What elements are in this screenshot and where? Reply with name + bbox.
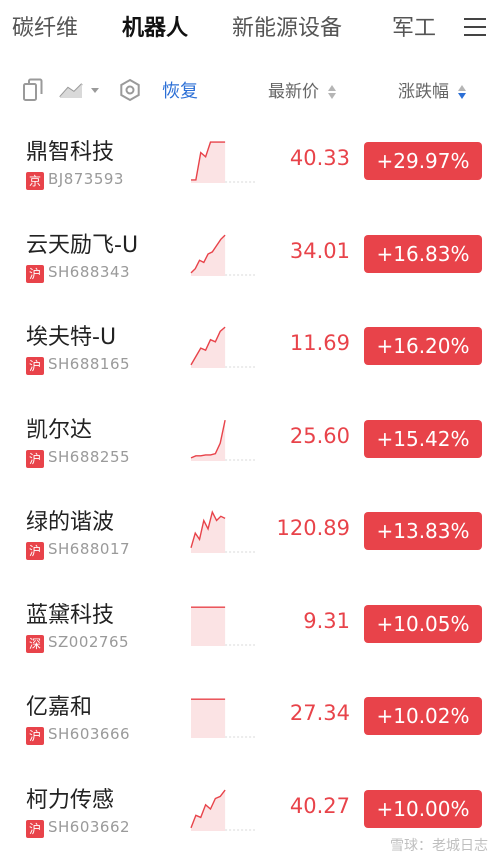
stock-name: 凯尔达 bbox=[26, 417, 93, 443]
stock-row[interactable]: 绿的谐波 沪 SH688017 120.89 +13.83% bbox=[0, 488, 500, 581]
exchange-badge: 沪 bbox=[26, 819, 44, 838]
stock-code: BJ873593 bbox=[48, 170, 124, 188]
tab-military[interactable]: 军工 bbox=[392, 12, 436, 46]
sparkline-chart bbox=[190, 510, 255, 553]
stock-code: SZ002765 bbox=[48, 632, 130, 651]
sort-arrows-icon bbox=[327, 83, 337, 101]
stock-code: SH603662 bbox=[48, 817, 131, 836]
latest-price: 25.60 bbox=[289, 423, 350, 448]
sort-desc-icon bbox=[457, 83, 467, 101]
sparkline-area bbox=[191, 512, 226, 553]
latest-price: 27.34 bbox=[289, 701, 350, 725]
exchange-badge: 沪 bbox=[26, 357, 44, 375]
exchange-badge: 沪 bbox=[26, 264, 44, 283]
tab-carbon-fiber[interactable]: 碳纤维 bbox=[12, 12, 78, 46]
sparkline-chart bbox=[190, 419, 255, 461]
stock-row[interactable]: 凯尔达 沪 SH688255 25.60 +15.42% bbox=[0, 396, 500, 489]
stock-name: 绿的谐波 bbox=[26, 510, 115, 535]
sparkline-area bbox=[191, 699, 226, 738]
stock-code: SH688017 bbox=[48, 540, 131, 558]
sort-by-change[interactable]: 涨跌幅 bbox=[398, 77, 467, 102]
list-toolbar: 恢复 最新价 涨跌幅 bbox=[0, 66, 500, 116]
sparkline-chart bbox=[190, 234, 255, 276]
sort-by-price[interactable]: 最新价 bbox=[268, 77, 337, 102]
stock-code: SH603666 bbox=[48, 725, 131, 743]
menu-icon[interactable] bbox=[464, 16, 486, 38]
stock-name: 云天励飞-U bbox=[26, 232, 139, 258]
stock-row[interactable]: 鼎智科技 京 BJ873593 40.33 +29.97% bbox=[0, 118, 500, 211]
stock-name: 亿嘉和 bbox=[26, 695, 93, 720]
change-badge[interactable]: +13.83% bbox=[364, 512, 482, 550]
stock-code: SH688343 bbox=[48, 262, 131, 281]
change-badge[interactable]: +10.05% bbox=[364, 604, 482, 643]
sparkline-chart bbox=[191, 698, 255, 738]
tab-robot[interactable]: 机器人 bbox=[122, 12, 188, 46]
sparkline-area bbox=[191, 606, 226, 646]
exchange-badge: 沪 bbox=[26, 542, 44, 560]
change-header-label: 涨跌幅 bbox=[398, 82, 449, 102]
stock-name: 柯力传感 bbox=[26, 787, 115, 813]
watermark-text: 雪球：老城日志 bbox=[390, 838, 488, 854]
exchange-badge: 京 bbox=[26, 172, 44, 190]
latest-price: 9.31 bbox=[303, 608, 350, 633]
restore-button[interactable]: 恢复 bbox=[162, 77, 198, 103]
tab-new-energy-equipment[interactable]: 新能源设备 bbox=[232, 12, 342, 46]
latest-price: 11.69 bbox=[289, 331, 350, 355]
settings-icon[interactable] bbox=[118, 78, 142, 102]
sparkline-chart bbox=[190, 326, 255, 368]
stock-list: 鼎智科技 京 BJ873593 40.33 +29.97% 云天励飞-U 沪 S… bbox=[0, 118, 500, 858]
latest-price: 34.01 bbox=[289, 238, 350, 263]
price-header-label: 最新价 bbox=[268, 82, 319, 102]
change-badge[interactable]: +10.02% bbox=[364, 697, 482, 735]
change-badge[interactable]: +15.42% bbox=[364, 419, 482, 458]
stock-name: 鼎智科技 bbox=[26, 140, 115, 165]
stock-row[interactable]: 亿嘉和 沪 SH603666 27.34 +10.02% bbox=[0, 673, 500, 766]
exchange-badge: 深 bbox=[26, 634, 44, 653]
latest-price: 40.33 bbox=[289, 146, 350, 170]
latest-price: 120.89 bbox=[276, 516, 350, 540]
stock-code: SH688255 bbox=[48, 447, 131, 466]
stock-name: 蓝黛科技 bbox=[26, 602, 115, 628]
exchange-badge: 沪 bbox=[26, 727, 44, 745]
change-badge[interactable]: +10.00% bbox=[364, 789, 482, 828]
stock-row[interactable]: 埃夫特-U 沪 SH688165 11.69 +16.20% bbox=[0, 303, 500, 396]
sparkline-chart bbox=[190, 789, 255, 831]
exchange-badge: 沪 bbox=[26, 449, 44, 468]
copy-icon[interactable] bbox=[22, 78, 44, 102]
stock-name: 埃夫特-U bbox=[26, 325, 117, 350]
change-badge[interactable]: +16.83% bbox=[364, 234, 482, 273]
change-badge[interactable]: +29.97% bbox=[364, 142, 482, 180]
stock-row[interactable]: 蓝黛科技 深 SZ002765 9.31 +10.05% bbox=[0, 581, 500, 674]
stock-code: SH688165 bbox=[48, 355, 131, 373]
latest-price: 40.27 bbox=[289, 793, 350, 818]
sparkline-chart bbox=[191, 141, 255, 183]
change-badge[interactable]: +16.20% bbox=[364, 327, 482, 365]
stock-row[interactable]: 云天励飞-U 沪 SH688343 34.01 +16.83% bbox=[0, 211, 500, 304]
line-chart-icon[interactable] bbox=[58, 80, 102, 100]
category-tab-bar: 碳纤维 机器人 新能源设备 军工 bbox=[0, 0, 500, 58]
sparkline-chart bbox=[191, 606, 255, 646]
